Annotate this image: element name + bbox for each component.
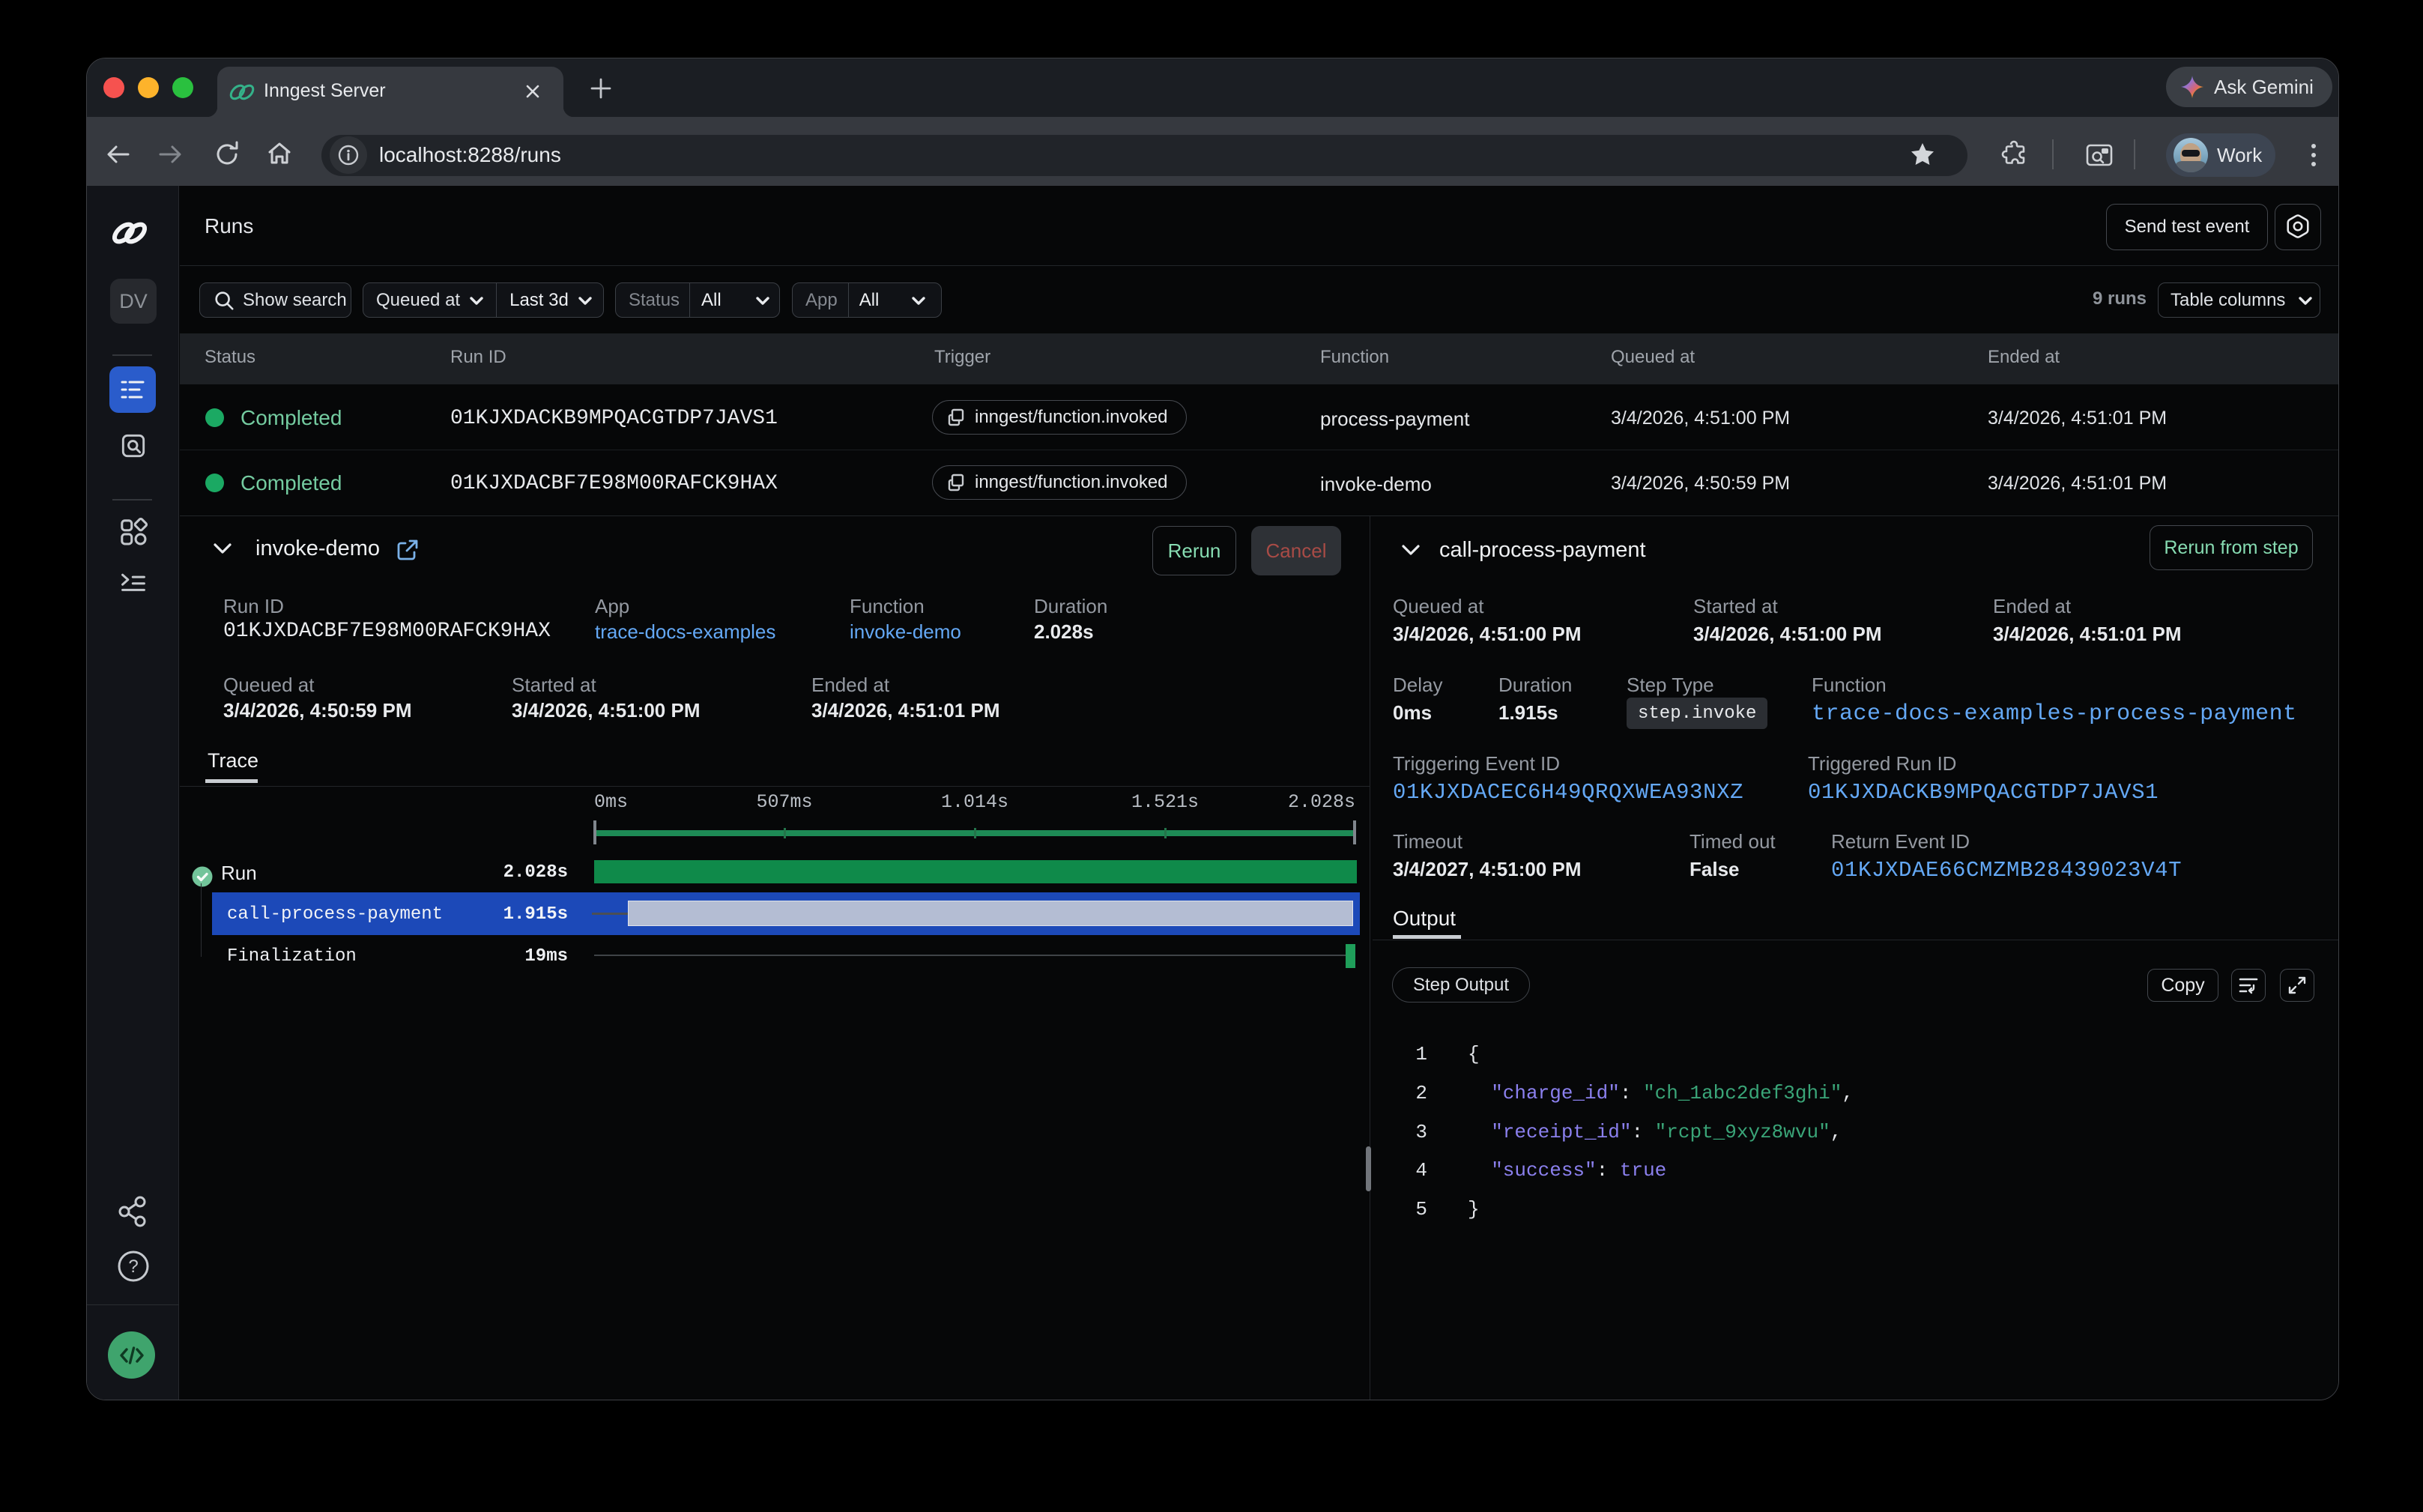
svg-text:?: ? (128, 1257, 138, 1277)
